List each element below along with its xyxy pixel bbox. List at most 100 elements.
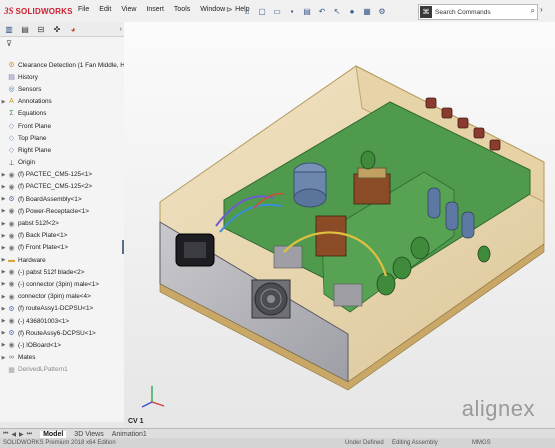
menu-tools[interactable]: Tools [174, 6, 190, 13]
tree-item[interactable]: ▶ ∞ Mates [0, 352, 124, 364]
tree-item-label: History [18, 73, 38, 81]
menu-edit[interactable]: Edit [99, 6, 111, 13]
expand-arrow-icon[interactable]: ▶ [0, 208, 7, 214]
feature-tree: ⚙ Clearance Detection (1 Fan Middle, H ▤ Hi… [0, 59, 124, 376]
tab-last-icon[interactable]: ⏭ [27, 431, 32, 438]
app-name: SOLIDWORKS [15, 6, 73, 16]
print-icon[interactable]: ▤ [302, 6, 312, 16]
pin-menu-icon[interactable]: ⊳ [226, 5, 233, 14]
filter-row: ⊽ [0, 37, 124, 49]
units-selector[interactable]: MMGS [472, 440, 491, 446]
title-bar: 3S SOLIDWORKS File Edit View Insert Tool… [0, 0, 555, 23]
filter-icon[interactable]: ⊽ [4, 38, 14, 48]
expand-arrow-icon[interactable]: ▶ [0, 184, 7, 190]
tree-item-label: (f) PACTEC_CM5-125<1> [18, 171, 93, 179]
options-gear-icon[interactable]: ⚙ [377, 6, 387, 16]
tree-item[interactable]: ▶ ⚙ (f) RouteAssy6-DCPSU<1> [0, 327, 124, 339]
expand-arrow-icon[interactable]: ▶ [0, 257, 7, 263]
tree-item[interactable]: ▶ ◉ pabst 512f<2> [0, 217, 124, 229]
expand-arrow-icon[interactable]: ▶ [0, 269, 7, 275]
expand-arrow-icon[interactable]: ▶ [0, 306, 7, 312]
tab-next-icon[interactable]: ▶ [19, 431, 24, 438]
tree-item[interactable]: ▶ ◉ (f) PACTEC_CM5-125<2> [0, 181, 124, 193]
equation-icon: Σ [9, 110, 14, 118]
configuration-manager-tab-icon[interactable]: ⊟ [36, 24, 46, 34]
tree-item[interactable]: ▶ ◉ (-) 436801003<1> [0, 315, 124, 327]
status-bar: SOLIDWORKS Premium 2018 x64 Edition Unde… [0, 438, 555, 448]
dimxpert-tab-icon[interactable]: ✜ [52, 24, 62, 34]
graphics-area[interactable]: CV 1 alignex [124, 22, 555, 428]
part-icon: ◉ [8, 281, 15, 289]
expand-arrow-icon[interactable]: ▶ [0, 355, 7, 361]
expand-arrow-icon[interactable]: ▶ [0, 294, 7, 300]
subassembly-icon: ⚙ [8, 330, 15, 338]
search-commands-box[interactable]: ⌘ Search Commands ⌕ [418, 4, 538, 20]
menu-view[interactable]: View [121, 6, 136, 13]
tree-item-label: Annotations [18, 98, 52, 106]
tree-item[interactable]: ▶ ⚙ (f) routeAssy1-DCPSU<1> [0, 303, 124, 315]
tree-item-label: Mates [18, 354, 36, 362]
tree-item[interactable]: ▶ A Annotations [0, 96, 124, 108]
tree-item[interactable]: ◎ Sensors [0, 83, 124, 95]
ds-logo-mark: 3S [4, 6, 14, 16]
tree-item[interactable]: ▶ ⚙ (f) BoardAssembly<1> [0, 193, 124, 205]
tree-item-label: (f) Back Plate<1> [18, 232, 68, 240]
expand-arrow-icon[interactable]: ▶ [0, 172, 7, 178]
tree-item[interactable]: ⚙ Clearance Detection (1 Fan Middle, H [0, 59, 124, 71]
expand-arrow-icon[interactable]: ▶ [0, 245, 7, 251]
tree-item[interactable]: ▶ ◉ (f) Power-Receptacle<1> [0, 205, 124, 217]
tree-item[interactable]: ⊥ Origin [0, 157, 124, 169]
tree-item[interactable]: ▦ DerivedLPattern1 [0, 364, 124, 376]
tab-first-icon[interactable]: ⏮ [3, 431, 8, 438]
tree-item[interactable]: ▶ ◉ (-) connector (3pin) male<1> [0, 278, 124, 290]
menu-file[interactable]: File [78, 6, 89, 13]
undo-icon[interactable]: ↶ [317, 6, 327, 16]
tab-prev-icon[interactable]: ◀ [11, 431, 16, 438]
tree-item[interactable]: ◇ Front Plane [0, 120, 124, 132]
new-document-icon[interactable]: ▢ [257, 6, 267, 16]
rebuild-icon[interactable]: ● [347, 6, 357, 16]
feature-tree-tab-icon[interactable]: ▥ [4, 24, 14, 34]
menu-window[interactable]: Window [200, 6, 225, 13]
tree-item[interactable]: ▶ ◉ connector (3pin) male<4> [0, 291, 124, 303]
plane-icon: ◇ [8, 135, 15, 143]
tree-item[interactable]: ▶ ◉ (-) IOBoard<1> [0, 339, 124, 351]
tab-3d-views[interactable]: 3D Views [74, 431, 103, 438]
home-icon[interactable]: ⌂ [242, 6, 252, 16]
tree-item[interactable]: ▶ ▬ Hardware [0, 254, 124, 266]
tree-item[interactable]: ▤ History [0, 71, 124, 83]
tree-item[interactable]: ▶ ◉ (f) Back Plate<1> [0, 230, 124, 242]
select-icon[interactable]: ↖ [332, 6, 342, 16]
search-input[interactable]: Search Commands [435, 9, 491, 16]
magnifier-icon[interactable]: ⌕ [531, 6, 535, 16]
tree-item-label: Hardware [18, 256, 46, 264]
expand-arrow-icon[interactable]: ▶ [0, 233, 7, 239]
expand-arrow-icon[interactable]: ▶ [0, 196, 7, 202]
tree-item[interactable]: ◇ Top Plane [0, 132, 124, 144]
save-icon[interactable]: ▪ [287, 6, 297, 16]
expand-arrow-icon[interactable]: ▶ [0, 330, 7, 336]
tab-model[interactable]: Model [40, 430, 67, 438]
expand-chevron-icon[interactable]: › [540, 5, 543, 14]
expand-arrow-icon[interactable]: ▶ [0, 221, 7, 227]
expand-arrow-icon[interactable]: ▶ [0, 318, 7, 324]
file-properties-icon[interactable]: ▦ [362, 6, 372, 16]
expand-arrow-icon[interactable]: ▶ [0, 99, 7, 105]
tree-item[interactable]: Σ Equations [0, 108, 124, 120]
display-manager-tab-icon[interactable]: ◕ [68, 24, 78, 34]
solidworks-logo[interactable]: 3S SOLIDWORKS [4, 4, 73, 18]
part-icon: ◉ [8, 318, 15, 326]
expand-arrow-icon[interactable]: ▶ [0, 281, 7, 287]
tree-item-label: Sensors [18, 85, 42, 93]
menu-insert[interactable]: Insert [146, 6, 164, 13]
tree-item[interactable]: ▶ ◉ (f) PACTEC_CM5-125<1> [0, 169, 124, 181]
more-tabs-chevron-icon[interactable]: › [120, 26, 122, 33]
expand-arrow-icon[interactable]: ▶ [0, 342, 7, 348]
tree-item[interactable]: ◇ Right Plane [0, 144, 124, 156]
open-folder-icon[interactable]: ▭ [272, 6, 282, 16]
tree-item[interactable]: ▶ ◉ (-) pabst 512f blade<2> [0, 266, 124, 278]
property-manager-tab-icon[interactable]: ▤ [20, 24, 30, 34]
tree-item[interactable]: ▶ ◉ (f) Front Plate<1> [0, 242, 124, 254]
part-icon: ◉ [8, 269, 15, 277]
tab-animation[interactable]: Animation1 [112, 431, 147, 438]
